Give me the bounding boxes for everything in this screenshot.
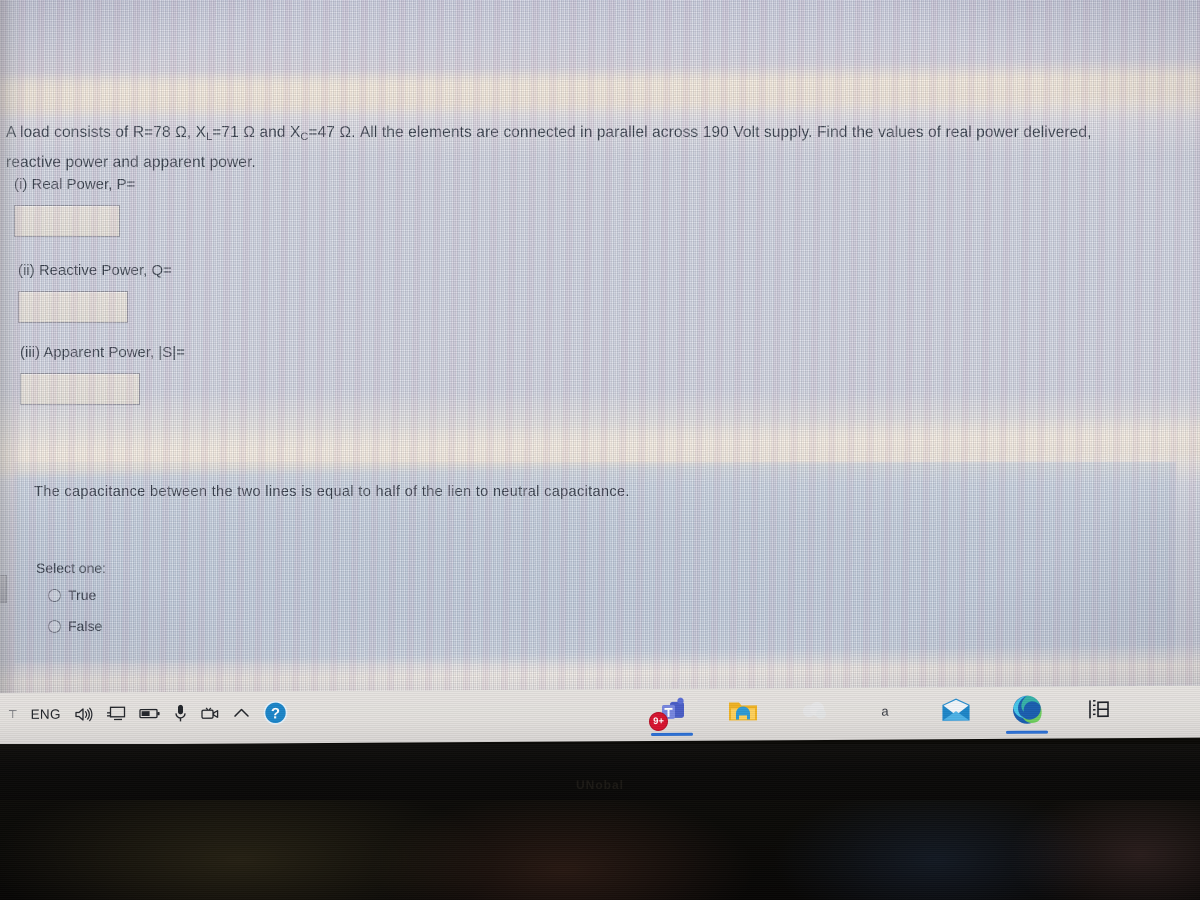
radio-option-false[interactable]: False [48, 618, 102, 634]
radio-icon-true[interactable] [48, 588, 61, 602]
monitor-brand-logo: UNobal [576, 778, 624, 792]
windows-taskbar: ⊤ ENG ? 9+ a [0, 685, 1200, 745]
scrollbar-stub[interactable] [0, 575, 7, 603]
network-monitor-icon[interactable] [106, 705, 126, 722]
question-2: The capacitance between the two lines is… [14, 462, 1176, 664]
camera-icon[interactable] [200, 705, 220, 721]
dark-foreground [0, 800, 1200, 900]
label-real-power: (i) Real Power, P= [14, 176, 136, 193]
select-one-prompt: Select one: [36, 560, 107, 576]
input-reactive-power[interactable] [18, 291, 128, 323]
monitor-screen: A load consists of R=78 Ω, XL=71 Ω and X… [0, 0, 1200, 712]
answer-row-real-power: (i) Real Power, P= [14, 176, 135, 237]
help-icon[interactable]: ? [263, 700, 288, 725]
question-2-statement: The capacitance between the two lines is… [34, 484, 630, 500]
tray-arrow-glyph[interactable]: ⊤ [8, 708, 18, 721]
taskbar-app-a-label: a [881, 703, 889, 719]
q1-statement-line-2: reactive power and apparent power. [6, 154, 256, 171]
q1-text-part-3: =47 Ω. All the elements are connected in… [308, 124, 1092, 141]
teams-badge-count: 9+ [649, 711, 668, 732]
input-real-power[interactable] [14, 205, 120, 237]
label-apparent-power: (iii) Apparent Power, |S|= [20, 344, 185, 361]
speaker-icon[interactable] [74, 706, 93, 722]
taskbar-app-microsoft-edge[interactable] [1006, 693, 1048, 734]
teams-active-underline [651, 732, 693, 737]
question-1-statement: A load consists of R=78 Ω, XL=71 Ω and X… [0, 120, 1180, 175]
taskbar-app-a[interactable]: a [868, 693, 902, 727]
input-apparent-power[interactable] [20, 373, 140, 405]
monitor-photo: A load consists of R=78 Ω, XL=71 Ω and X… [0, 0, 1200, 900]
q1-text-part-1: A load consists of R=78 Ω, X [6, 124, 207, 141]
label-reactive-power: (ii) Reactive Power, Q= [18, 262, 172, 279]
battery-icon[interactable] [139, 707, 161, 720]
taskbar-app-cloud[interactable] [797, 694, 831, 728]
svg-text:?: ? [271, 705, 280, 722]
taskbar-app-mail[interactable] [939, 693, 973, 727]
language-indicator[interactable]: ENG [31, 707, 61, 722]
radio-label-true: True [68, 587, 97, 603]
edge-active-underline [1006, 730, 1048, 734]
taskbar-app-file-explorer[interactable] [726, 694, 760, 728]
answer-row-reactive-power: (ii) Reactive Power, Q= [18, 262, 172, 323]
taskbar-apps: 9+ a [649, 692, 1115, 737]
question-1: A load consists of R=78 Ω, XL=71 Ω and X… [0, 120, 1180, 175]
chevron-up-icon[interactable] [233, 706, 250, 719]
taskbar-app-display-zoom[interactable] [1081, 692, 1115, 726]
radio-label-false: False [68, 618, 103, 634]
monitor-bezel: UNobal [0, 744, 1200, 806]
answer-row-apparent-power: (iii) Apparent Power, |S|= [20, 344, 185, 405]
quiz-page: A load consists of R=78 Ω, XL=71 Ω and X… [0, 0, 1200, 690]
radio-icon-false[interactable] [48, 619, 61, 633]
radio-option-true[interactable]: True [48, 587, 96, 603]
microphone-icon[interactable] [174, 704, 187, 723]
system-tray: ⊤ ENG ? [8, 700, 288, 727]
q1-text-part-2: =71 Ω and X [212, 124, 301, 141]
taskbar-app-microsoft-teams[interactable]: 9+ [649, 695, 693, 737]
